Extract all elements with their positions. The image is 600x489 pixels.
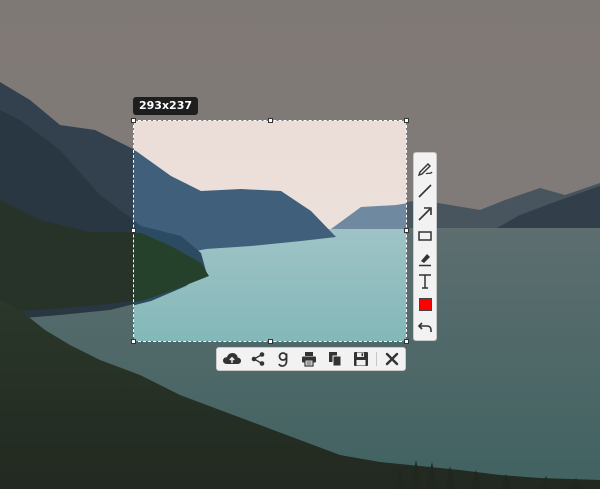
resize-handle-bottom-right[interactable] bbox=[404, 339, 409, 344]
rectangle-icon[interactable] bbox=[416, 226, 434, 246]
action-toolbar bbox=[216, 347, 406, 371]
selection-size-label: 293x237 bbox=[133, 97, 199, 115]
print-icon[interactable] bbox=[299, 350, 319, 368]
line-icon[interactable] bbox=[416, 181, 434, 201]
selected-photo-region bbox=[134, 121, 406, 341]
share-icon[interactable] bbox=[248, 350, 268, 368]
resize-handle-top[interactable] bbox=[268, 118, 273, 123]
close-icon[interactable] bbox=[382, 350, 402, 368]
capture-selection[interactable] bbox=[133, 120, 407, 342]
arrow-icon[interactable] bbox=[416, 204, 434, 224]
pen-icon[interactable] bbox=[416, 158, 434, 178]
toolbar-divider bbox=[376, 352, 377, 366]
color-icon[interactable] bbox=[416, 294, 434, 314]
resize-handle-bottom[interactable] bbox=[268, 339, 273, 344]
marker-icon[interactable] bbox=[416, 249, 434, 269]
resize-handle-top-right[interactable] bbox=[404, 118, 409, 123]
undo-icon[interactable] bbox=[416, 317, 434, 337]
drawing-toolbar bbox=[413, 152, 437, 341]
save-icon[interactable] bbox=[351, 350, 371, 368]
copy-icon[interactable] bbox=[325, 350, 345, 368]
resize-handle-left[interactable] bbox=[131, 228, 136, 233]
text-icon[interactable] bbox=[416, 271, 434, 291]
cloud-upload-icon[interactable] bbox=[222, 350, 242, 368]
resize-handle-right[interactable] bbox=[404, 228, 409, 233]
google-search-icon[interactable] bbox=[273, 350, 293, 368]
resize-handle-bottom-left[interactable] bbox=[131, 339, 136, 344]
resize-handle-top-left[interactable] bbox=[131, 118, 136, 123]
current-color-swatch bbox=[418, 297, 432, 311]
